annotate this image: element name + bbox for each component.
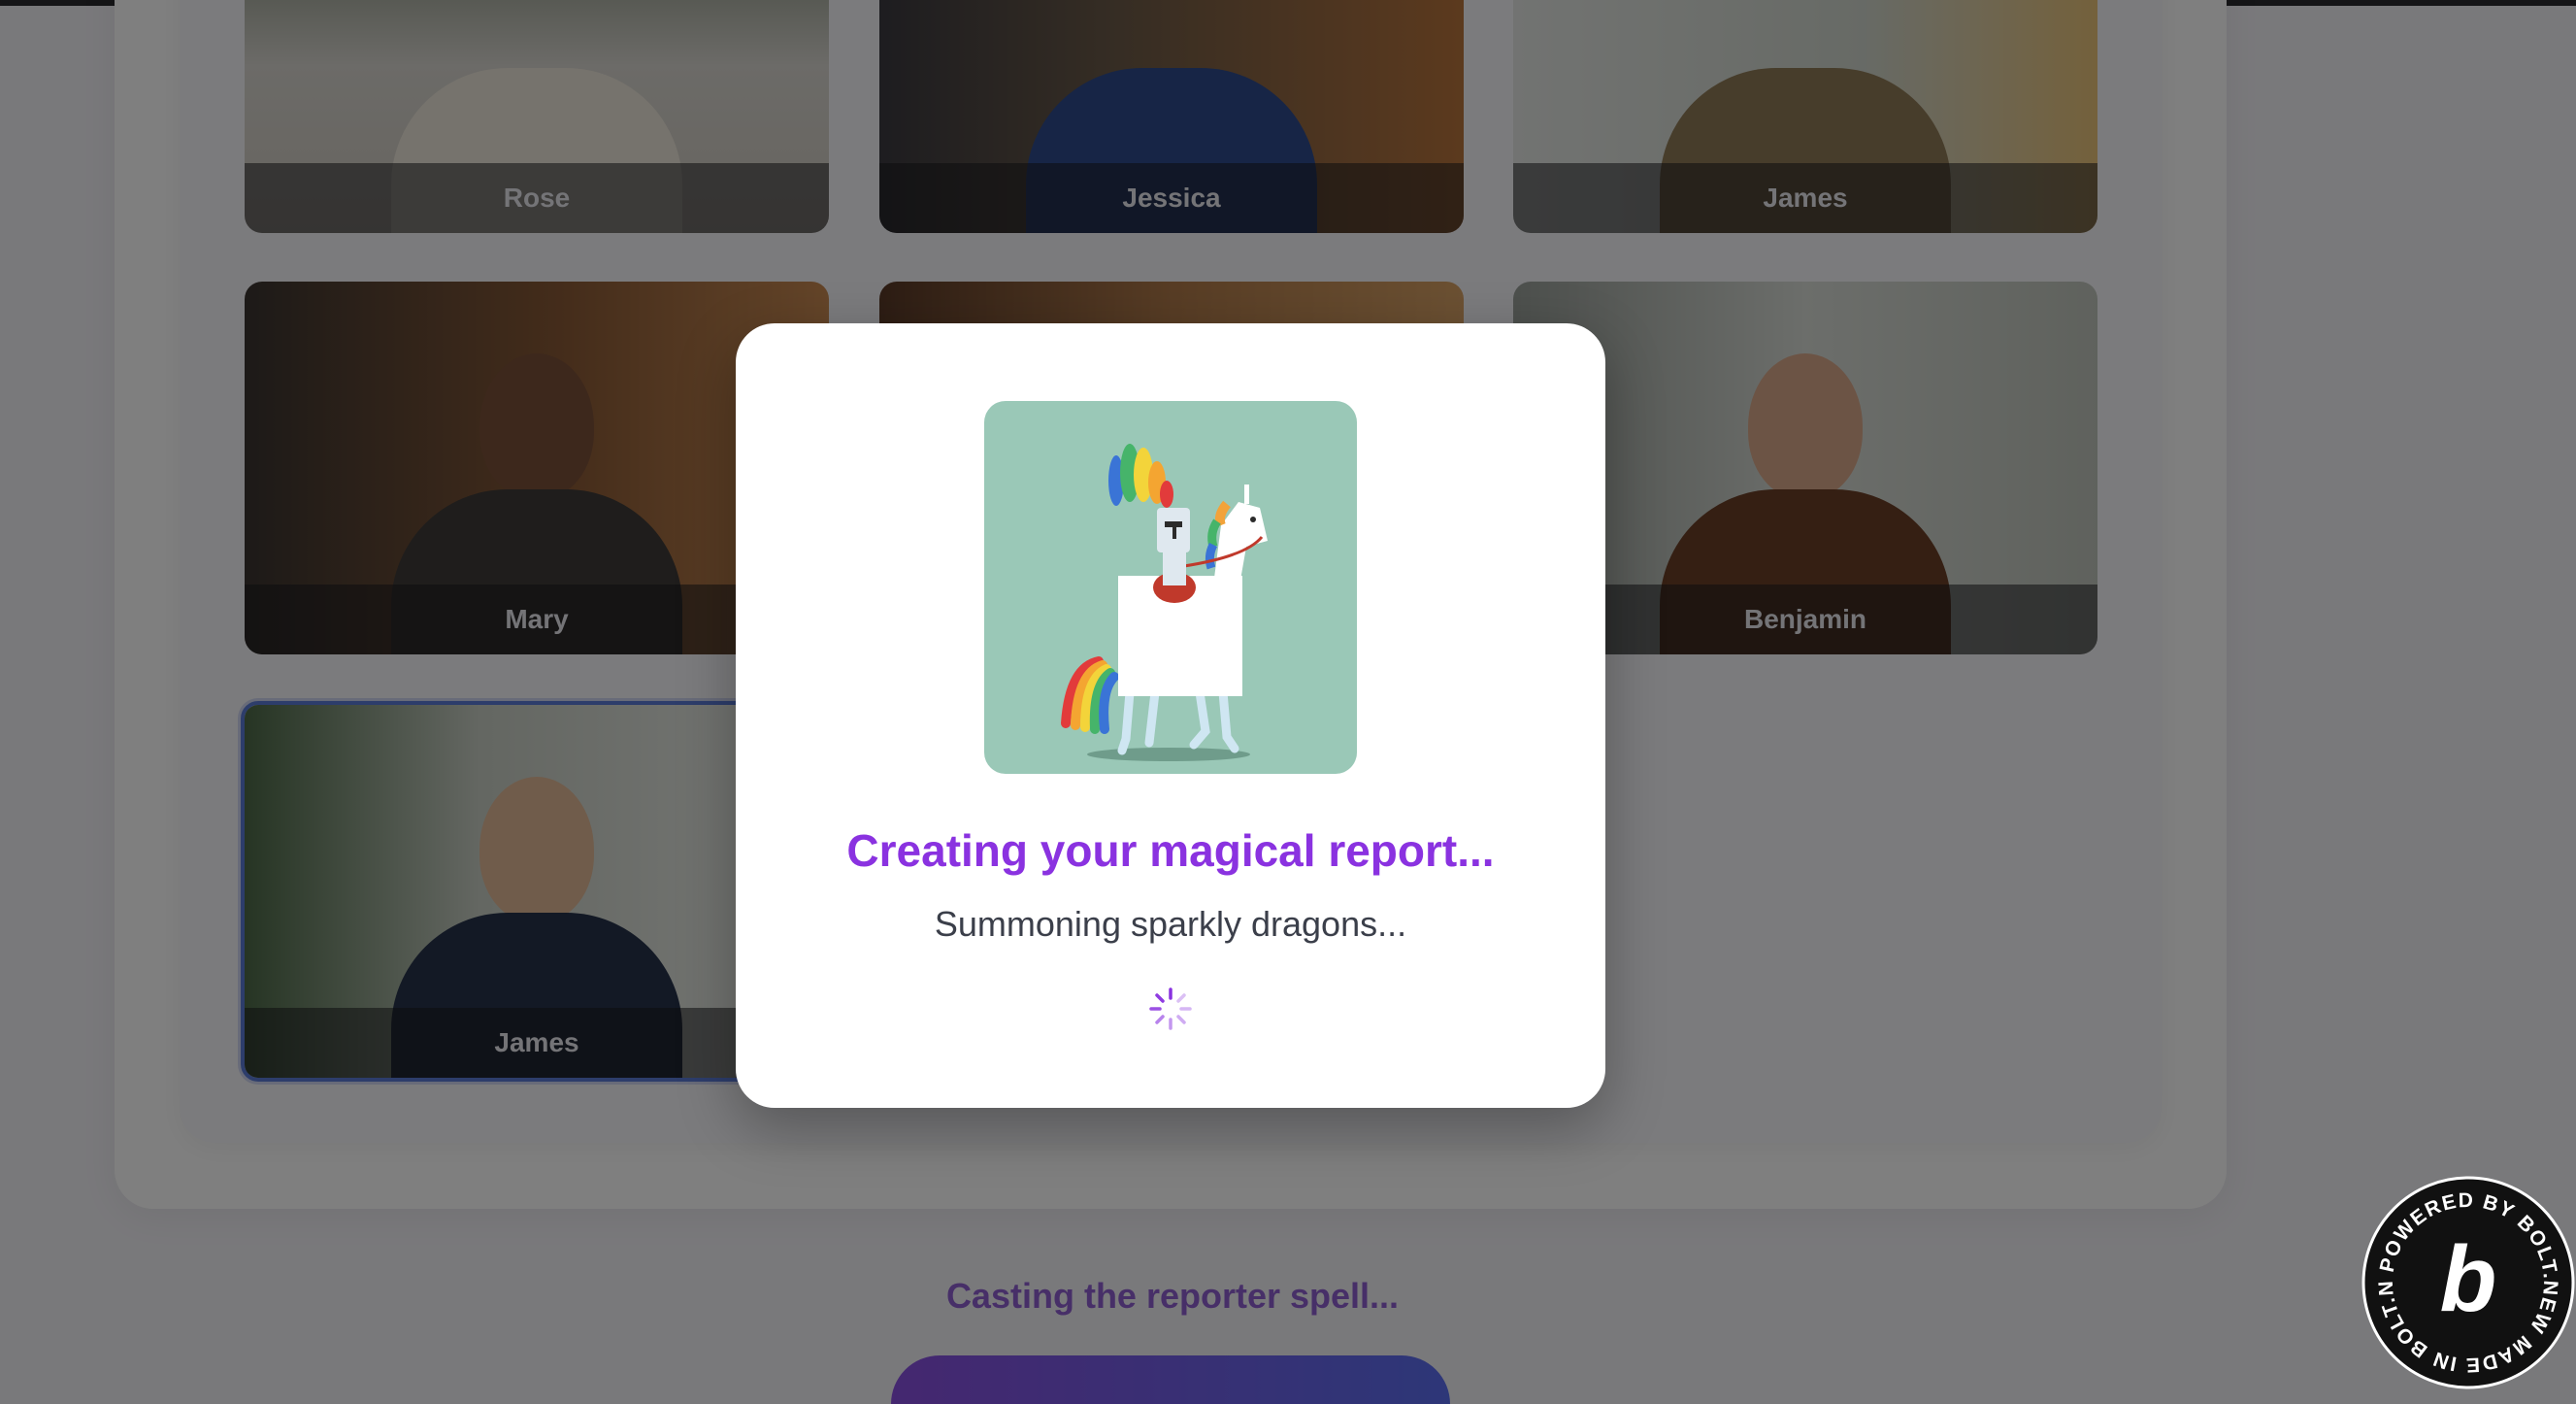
- loading-modal: Creating your magical report... Summonin…: [736, 323, 1605, 1108]
- svg-text:b: b: [2440, 1227, 2497, 1331]
- unicorn-knight-illustration: [984, 401, 1357, 774]
- modal-subtitle: Summoning sparkly dragons...: [934, 904, 1407, 944]
- loading-spinner-icon: [1147, 986, 1194, 1032]
- bolt-badge-icon[interactable]: POWERED BY BOLT.NEW MADE IN BOLT.NEW b: [2350, 1157, 2576, 1390]
- modal-title: Creating your magical report...: [846, 825, 1495, 876]
